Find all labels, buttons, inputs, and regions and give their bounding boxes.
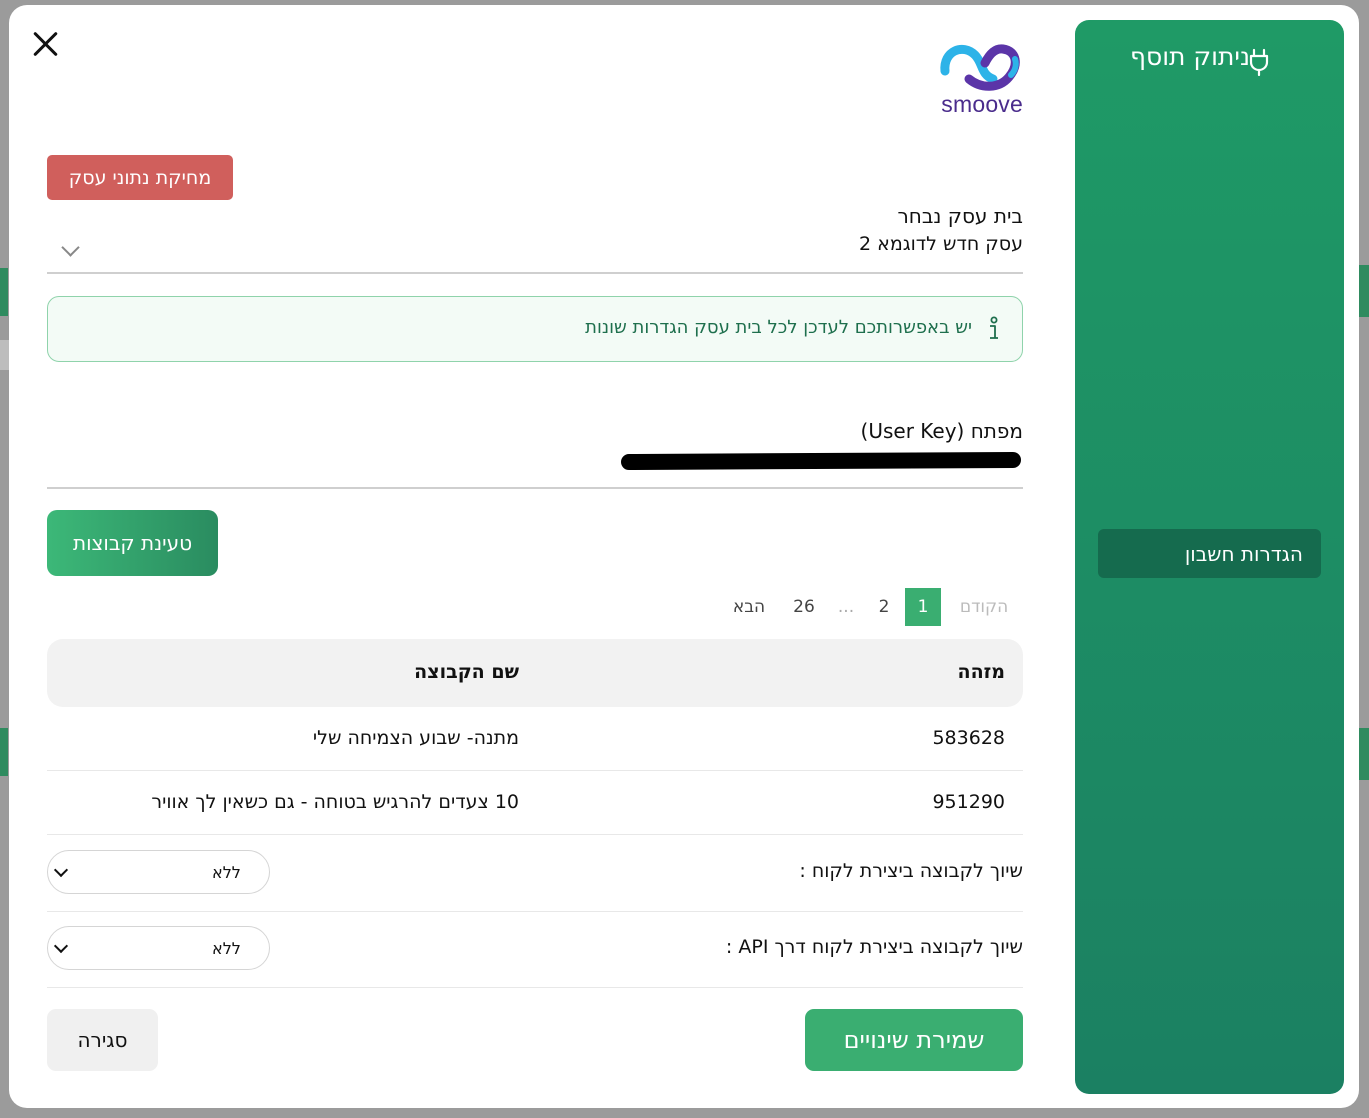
group-name-cell: מתנה- שבוע הצמיחה שלי (312, 727, 519, 749)
smoove-logo: smoove (937, 41, 1027, 117)
info-banner: יש באפשרותכם לעדכן לכל בית עסק הגדרות שו… (47, 296, 1023, 362)
plug-icon (1249, 48, 1269, 76)
info-icon (990, 316, 998, 339)
business-select[interactable]: עסק חדש לדוגמא 2 (47, 228, 1023, 274)
column-header-name: שם הקבוצה (414, 661, 519, 683)
table-row[interactable]: 951290 10 צעדים להרגיש בטוחה - גם כשאין … (47, 771, 1023, 835)
assign-api-value: ללא (212, 939, 241, 958)
table-row[interactable]: 583628 מתנה- שבוע הצמיחה שלי (47, 707, 1023, 771)
disconnect-plugin-title[interactable]: ניתוק תוסף (1130, 42, 1250, 71)
assign-group-on-api-create-row: שיוך לקבוצה ביצירת לקוח דרך API : ללא (47, 912, 1023, 988)
account-settings-button[interactable]: הגדרות חשבון (1098, 529, 1321, 578)
pagination-page-2[interactable]: 2 (873, 588, 895, 626)
user-key-label: מפתח (User Key) (860, 419, 1023, 443)
assign-customer-value: ללא (212, 863, 241, 882)
pagination-ellipsis: ... (837, 597, 855, 617)
save-changes-button[interactable]: שמירת שינויים (805, 1009, 1023, 1071)
chevron-down-icon (61, 238, 80, 257)
pagination-next[interactable]: הבא (727, 588, 771, 626)
close-icon[interactable] (29, 27, 63, 61)
group-name-cell: 10 צעדים להרגיש בטוחה - גם כשאין לך אווי… (151, 791, 519, 813)
pagination-prev[interactable]: הקודם (955, 588, 1013, 626)
assign-api-label: שיוך לקבוצה ביצירת לקוח דרך API : (725, 936, 1023, 958)
side-panel: ניתוק תוסף הגדרות חשבון (1075, 20, 1344, 1094)
backdrop-strip (0, 728, 8, 776)
logo-text: smoove (941, 91, 1023, 117)
smoove-logo-mark (940, 44, 1020, 91)
user-key-field[interactable] (47, 451, 1023, 489)
assign-customer-dropdown[interactable]: ללא (47, 850, 270, 894)
column-header-id: מזהה (957, 661, 1005, 683)
redacted-key-mark (620, 451, 1022, 471)
groups-table: מזהה שם הקבוצה 583628 מתנה- שבוע הצמיחה … (47, 639, 1023, 835)
info-text: יש באפשרותכם לעדכן לכל בית עסק הגדרות שו… (585, 317, 972, 338)
table-header: מזהה שם הקבוצה (47, 639, 1023, 707)
backdrop-strip (0, 268, 8, 316)
assign-customer-label: שיוך לקבוצה ביצירת לקוח : (799, 860, 1023, 882)
pagination: הקודם 1 2 ... 26 הבא (709, 588, 1019, 628)
group-id-cell: 951290 (932, 791, 1005, 813)
group-id-cell: 583628 (932, 727, 1005, 749)
load-groups-button[interactable]: טעינת קבוצות (47, 510, 218, 576)
pagination-page-26[interactable]: 26 (788, 588, 820, 626)
assign-group-on-customer-create-row: שיוך לקבוצה ביצירת לקוח : ללא (47, 836, 1023, 912)
chevron-down-icon (53, 862, 69, 878)
selected-business-label: בית עסק נבחר (897, 204, 1023, 228)
chevron-down-icon (53, 938, 69, 954)
pagination-page-1[interactable]: 1 (905, 588, 941, 626)
plugin-settings-modal: smoove ניתוק תוסף הגדרות חשבון מחיקת נתו… (9, 5, 1359, 1108)
assign-api-dropdown[interactable]: ללא (47, 926, 270, 970)
delete-business-data-button[interactable]: מחיקת נתוני עסק (47, 155, 233, 200)
business-select-value: עסק חדש לדוגמא 2 (859, 233, 1023, 255)
close-button[interactable]: סגירה (47, 1009, 158, 1071)
